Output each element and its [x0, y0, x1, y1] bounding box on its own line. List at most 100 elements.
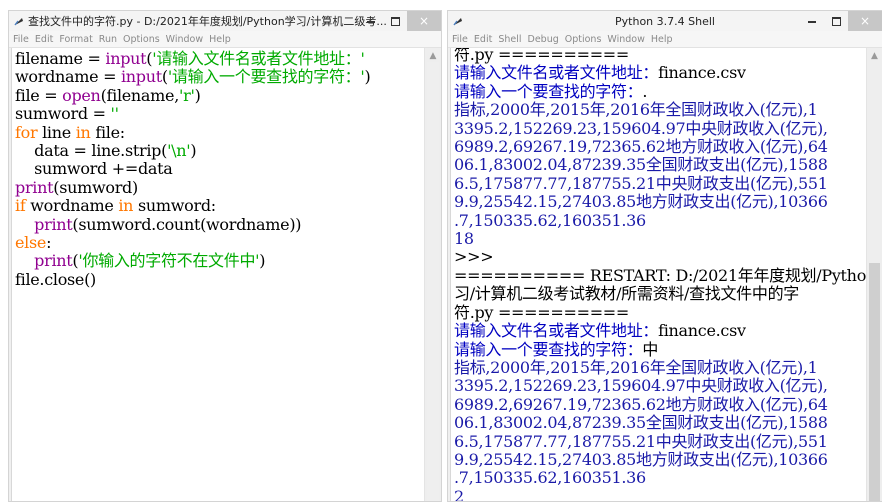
code-token: print	[15, 177, 54, 197]
code-token: wordname	[25, 196, 119, 216]
code-token: 6.5,175877.77,187755.21中央财政支出(亿元),551	[454, 173, 828, 193]
code-token: open	[62, 85, 101, 105]
editor-menu-run[interactable]: Run	[99, 34, 117, 45]
shell-line: 请输入一个要查找的字符：.	[454, 81, 867, 101]
code-token: print	[34, 214, 73, 234]
shell-line: 符.py ==========	[454, 303, 867, 322]
code-token: .7,150335.62,160351.36	[454, 468, 646, 488]
maximize-button[interactable]	[824, 11, 848, 31]
code-line: print(sumword.count(wordname))	[15, 214, 425, 234]
code-token: (sumword)	[53, 177, 138, 197]
code-token: )	[259, 251, 266, 271]
shell-vertical-scrollbar[interactable]: ▲	[866, 48, 882, 501]
code-token: 习/计算机二级考试教材/所需资料/查找文件中的字	[454, 284, 799, 304]
code-line: if wordname in sumword:	[15, 197, 425, 215]
code-line: wordname = input('请输入一个要查找的字符：')	[15, 68, 425, 86]
code-line: filename = input('请输入文件名或者文件地址：'	[15, 49, 425, 68]
shell-scroll-thumb[interactable]	[869, 263, 880, 501]
shell-menu-options[interactable]: Options	[565, 34, 602, 45]
code-token: ''	[110, 104, 120, 124]
code-line: data = line.strip('\n')	[15, 141, 425, 161]
code-token: 18	[454, 229, 474, 249]
editor-scroll-thumb[interactable]	[427, 62, 439, 501]
editor-menubar: File Edit Format Run Options Window Help	[9, 31, 441, 48]
shell-line: 2	[454, 486, 867, 501]
code-token: sumword:	[133, 196, 216, 216]
code-token: 6989.2,69267.19,72365.62地方财政收入(亿元),64	[454, 394, 828, 414]
code-token: )	[364, 67, 371, 87]
idle-feather-icon	[452, 15, 464, 27]
code-token: 'r'	[179, 85, 195, 105]
editor-titlebar[interactable]: 查找文件中的字符.py - D:/2021年年度规划/Python学习/计算机二…	[9, 11, 441, 31]
shell-menu-shell[interactable]: Shell	[498, 34, 521, 45]
shell-line: 06.1,83002.04,87239.35全国财政支出(亿元),1588	[454, 413, 867, 433]
minimize-button[interactable]	[359, 11, 383, 31]
code-token: )	[194, 85, 201, 105]
code-token: 3395.2,152269.23,159604.97中央财政收入(亿元),	[454, 118, 828, 138]
code-token: .	[642, 81, 648, 101]
code-token: 请输入文件名或者文件地址：	[454, 63, 659, 83]
shell-window: Python 3.7.4 Shell × File Edit Shell Debug O…	[447, 10, 882, 502]
code-token: line	[37, 122, 76, 142]
shell-output[interactable]: 符.py ========== 请输入文件名或者文件地址：finance.csv 请…	[450, 48, 867, 501]
code-token: .7,150335.62,160351.36	[454, 210, 646, 230]
code-token: )	[190, 141, 197, 161]
code-token: sumword +=data	[15, 159, 173, 179]
minimize-icon	[808, 21, 816, 23]
maximize-button[interactable]	[383, 11, 407, 31]
code-token: '请输入文件名或者文件地址：'	[152, 49, 365, 68]
shell-line: .7,150335.62,160351.36	[454, 210, 867, 230]
code-token: 9.9,25542.15,27403.85地方财政支出(亿元),10366	[454, 449, 828, 469]
code-token: '\n'	[167, 141, 191, 161]
code-token: 06.1,83002.04,87239.35全国财政支出(亿元),1588	[454, 155, 828, 175]
editor-menu-edit[interactable]: Edit	[35, 34, 53, 45]
shell-menu-help[interactable]: Help	[651, 34, 673, 45]
shell-line: 6989.2,69267.19,72365.62地方财政收入(亿元),64	[454, 394, 867, 414]
editor-menu-format[interactable]: Format	[59, 34, 92, 45]
shell-menu-edit[interactable]: Edit	[474, 34, 492, 45]
code-token: 6989.2,69267.19,72365.62地方财政收入(亿元),64	[454, 137, 828, 157]
editor-menu-file[interactable]: File	[13, 34, 29, 45]
code-token: finance.csv	[658, 63, 746, 83]
code-token: input	[105, 49, 147, 68]
code-token: for	[15, 122, 38, 142]
scroll-up-arrow-icon[interactable]: ▲	[425, 51, 441, 61]
code-token: wordname =	[15, 67, 121, 87]
shell-menu-debug[interactable]: Debug	[528, 34, 559, 45]
code-token: '你输入的字符不在文件中'	[78, 251, 260, 271]
close-icon: ×	[859, 14, 871, 28]
editor-menu-options[interactable]: Options	[123, 34, 160, 45]
shell-line: 请输入文件名或者文件地址：finance.csv	[454, 321, 867, 341]
shell-titlebar[interactable]: Python 3.7.4 Shell ×	[448, 11, 882, 31]
shell-content[interactable]: 符.py ========== 请输入文件名或者文件地址：finance.csv 请…	[451, 48, 867, 501]
close-button[interactable]: ×	[848, 11, 882, 31]
code-token: 请输入文件名或者文件地址：	[454, 321, 659, 341]
code-token: (filename,	[100, 85, 180, 105]
shell-line: 18	[454, 229, 867, 249]
code-token: ========== RESTART: D:/2021年年度规划/Python学	[454, 265, 867, 285]
code-token: 6.5,175877.77,187755.21中央财政支出(亿元),551	[454, 431, 828, 451]
maximize-icon	[390, 16, 400, 26]
editor-vertical-scrollbar[interactable]: ▲	[424, 48, 441, 501]
code-token: file =	[15, 85, 63, 105]
close-button[interactable]: ×	[407, 11, 441, 31]
code-token: 2	[454, 486, 464, 501]
code-token: else	[15, 233, 47, 253]
minimize-button[interactable]	[800, 11, 824, 31]
close-icon: ×	[418, 14, 430, 28]
scroll-up-arrow-icon[interactable]: ▲	[867, 51, 882, 61]
code-token: 06.1,83002.04,87239.35全国财政支出(亿元),1588	[454, 413, 828, 433]
code-editor[interactable]: filename = input('请输入文件名或者文件地址：' wordname…	[11, 48, 425, 501]
editor-menu-help[interactable]: Help	[209, 34, 231, 45]
code-token: 指标,2000年,2015年,2016年全国财政收入(亿元),1	[454, 357, 818, 377]
shell-line: 符.py ==========	[454, 48, 867, 64]
editor-menu-window[interactable]: Window	[166, 34, 203, 45]
shell-line: 指标,2000年,2015年,2016年全国财政收入(亿元),1	[454, 357, 867, 377]
code-token: in	[75, 122, 91, 142]
code-content[interactable]: filename = input('请输入文件名或者文件地址：' wordname…	[12, 48, 425, 289]
code-token: print	[34, 251, 73, 271]
shell-menu-file[interactable]: File	[452, 34, 468, 45]
shell-menu-window[interactable]: Window	[607, 34, 644, 45]
shell-line: ========== RESTART: D:/2021年年度规划/Python学	[454, 265, 867, 285]
